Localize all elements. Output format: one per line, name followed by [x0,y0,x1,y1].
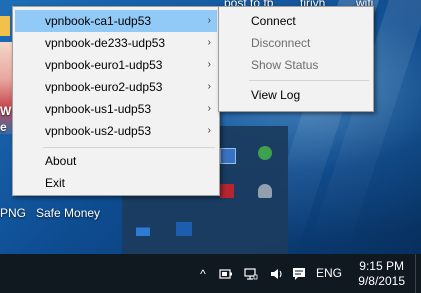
tray-app-icon[interactable] [258,146,272,160]
menu-item-vpnbook-euro1-udp53[interactable]: vpnbook-euro1-udp53 › [15,54,217,76]
language-indicator[interactable]: ENG [316,254,342,293]
menu-item-view-log[interactable]: View Log [221,84,371,106]
clock-time: 9:15 PM [359,259,404,273]
menu-item-label: vpnbook-us1-udp53 [45,102,152,116]
desktop-icon-label-partial: W [0,104,12,118]
menu-item-vpnbook-euro2-udp53[interactable]: vpnbook-euro2-udp53 › [15,76,217,98]
chevron-right-icon: › [207,15,211,26]
menu-item-connect[interactable]: Connect [221,10,371,32]
taskbar: ^ ENG 9:15 PM 9/8/2015 [0,254,421,293]
menu-item-label: vpnbook-de233-udp53 [45,36,166,50]
vpn-context-menu: vpnbook-ca1-udp53 › vpnbook-de233-udp53 … [12,6,220,196]
desktop-icon-png[interactable]: PNG [0,206,26,220]
show-desktop-button[interactable] [415,254,421,293]
desktop-icon-label-partial: e [0,120,7,134]
menu-item-label: vpnbook-ca1-udp53 [45,14,152,28]
clock-date: 9/8/2015 [358,274,405,288]
desktop-icon-thumbnail[interactable] [0,16,10,36]
chevron-right-icon: › [207,81,211,92]
menu-item-vpnbook-us1-udp53[interactable]: vpnbook-us1-udp53 › [15,98,217,120]
vpn-connection-submenu: Connect Disconnect Show Status View Log [218,6,374,112]
menu-separator [43,147,215,148]
cloud-icon[interactable] [258,184,272,198]
tray-app-icon[interactable] [220,184,234,198]
chevron-right-icon: › [207,103,211,114]
show-hidden-icons-chevron-icon[interactable]: ^ [196,267,210,281]
chevron-right-icon: › [207,59,211,70]
chevron-right-icon: › [207,125,211,136]
menu-item-about[interactable]: About [15,150,217,172]
menu-item-label: Connect [251,14,296,28]
chevron-right-icon: › [207,37,211,48]
menu-item-label: vpnbook-us2-udp53 [45,124,152,138]
menu-item-label: vpnbook-euro2-udp53 [45,80,163,94]
wd-icon[interactable] [176,222,192,236]
menu-item-exit[interactable]: Exit [15,172,217,194]
menu-item-label: Exit [45,176,66,190]
menu-item-label: About [45,154,77,168]
clock[interactable]: 9:15 PM 9/8/2015 [358,259,405,289]
menu-item-label: View Log [251,88,301,102]
menu-separator [249,80,369,81]
menu-item-vpnbook-ca1-udp53[interactable]: vpnbook-ca1-udp53 › [15,10,217,32]
network-icon[interactable] [244,267,258,281]
menu-item-vpnbook-de233-udp53[interactable]: vpnbook-de233-udp53 › [15,32,217,54]
notifications-icon[interactable] [292,267,306,281]
battery-icon[interactable] [219,267,233,281]
menu-item-label: Disconnect [251,36,311,50]
desktop-icon-safe-money[interactable]: Safe Money [36,206,100,220]
menu-item-label: Show Status [251,58,319,72]
menu-item-show-status: Show Status [221,54,371,76]
tray-app-icon[interactable] [220,148,236,164]
menu-item-vpnbook-us2-udp53[interactable]: vpnbook-us2-udp53 › [15,120,217,142]
tray-app-icon[interactable] [136,222,150,236]
menu-item-disconnect: Disconnect [221,32,371,54]
volume-icon[interactable] [270,267,284,281]
menu-item-label: vpnbook-euro1-udp53 [45,58,163,72]
